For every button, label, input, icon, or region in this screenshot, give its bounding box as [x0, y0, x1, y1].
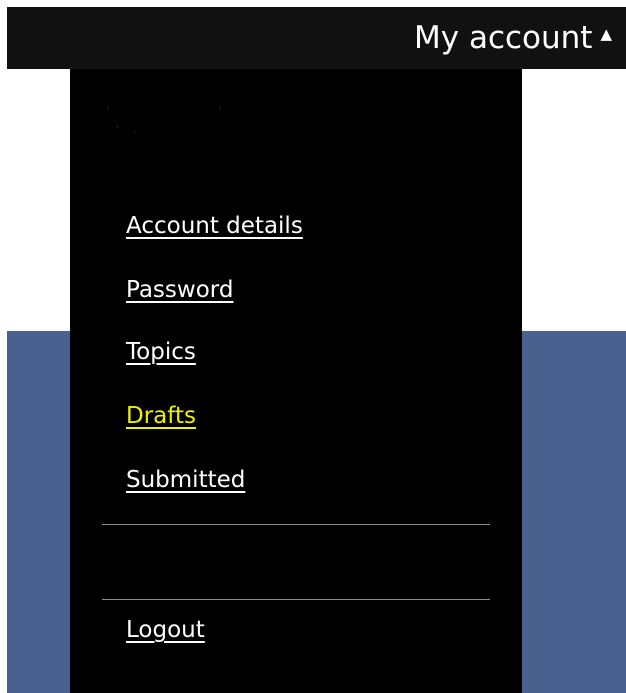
my-account-label: My account — [414, 20, 593, 56]
menu-item-topics[interactable]: Topics — [126, 337, 196, 367]
menu-item-account-details[interactable]: Account details — [126, 211, 303, 241]
menu-divider — [102, 524, 490, 525]
my-account-toggle[interactable]: My account ▲ — [414, 7, 612, 69]
dropdown-speck — [134, 132, 135, 133]
dropdown-speck — [220, 107, 221, 108]
menu-item-submitted[interactable]: Submitted — [126, 465, 245, 495]
triangle-up-icon: ▲ — [600, 24, 612, 43]
menu-divider — [102, 599, 490, 600]
account-dropdown-menu: Account details Password Topics Drafts S… — [70, 69, 522, 693]
dropdown-speck — [107, 108, 108, 109]
menu-item-password[interactable]: Password — [126, 275, 233, 305]
logout-link[interactable]: Logout — [126, 615, 205, 645]
dropdown-speck — [117, 126, 118, 127]
top-nav-bar: My account ▲ — [7, 7, 626, 69]
menu-item-drafts[interactable]: Drafts — [126, 401, 196, 431]
